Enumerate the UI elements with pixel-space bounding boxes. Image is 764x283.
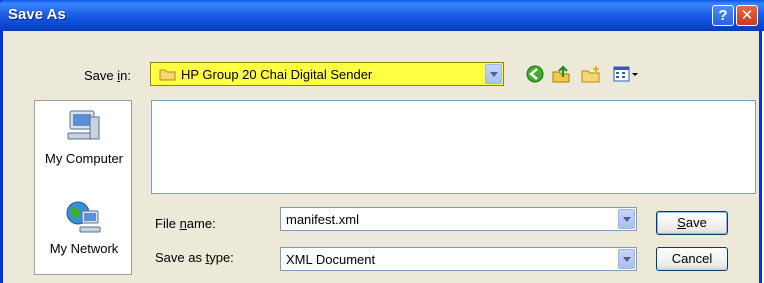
file-name-value: manifest.xml — [286, 212, 359, 227]
save-in-dropdown[interactable]: HP Group 20 Chai Digital Sender — [150, 62, 504, 86]
dialog-title: Save As — [8, 6, 66, 23]
folder-icon — [159, 69, 176, 81]
my-network-icon — [66, 201, 101, 233]
save-button[interactable]: Save — [656, 211, 728, 235]
close-button[interactable]: ✕ — [736, 5, 758, 26]
chevron-down-icon[interactable] — [485, 64, 502, 84]
save-as-type-dropdown[interactable]: XML Document — [280, 247, 637, 271]
place-my-network[interactable]: My Network — [35, 197, 133, 256]
my-computer-icon — [67, 110, 100, 140]
back-icon[interactable] — [524, 64, 546, 84]
place-my-computer[interactable]: My Computer — [35, 107, 133, 166]
new-folder-icon[interactable] — [580, 64, 602, 84]
views-menu-icon[interactable] — [612, 64, 640, 84]
help-button[interactable]: ? — [712, 5, 734, 26]
cancel-button[interactable]: Cancel — [656, 247, 728, 271]
save-in-label: Save in: — [84, 68, 131, 83]
close-icon: ✕ — [740, 7, 754, 24]
chevron-down-icon[interactable] — [618, 209, 635, 229]
place-label: My Network — [49, 241, 119, 256]
file-list-view[interactable] — [151, 100, 756, 194]
chevron-down-icon[interactable] — [618, 249, 635, 269]
save-as-type-value: XML Document — [286, 252, 376, 267]
help-icon: ? — [718, 7, 728, 24]
file-name-input[interactable]: manifest.xml — [280, 207, 637, 231]
up-folder-icon[interactable] — [550, 64, 572, 84]
save-in-value: HP Group 20 Chai Digital Sender — [181, 67, 373, 82]
place-label: My Computer — [44, 151, 124, 166]
places-bar: My Computer My Network — [34, 100, 132, 275]
file-name-label: File name: — [155, 216, 216, 231]
save-as-type-label: Save as type: — [155, 250, 234, 265]
title-bar[interactable]: Save As ? ✕ — [0, 0, 764, 31]
